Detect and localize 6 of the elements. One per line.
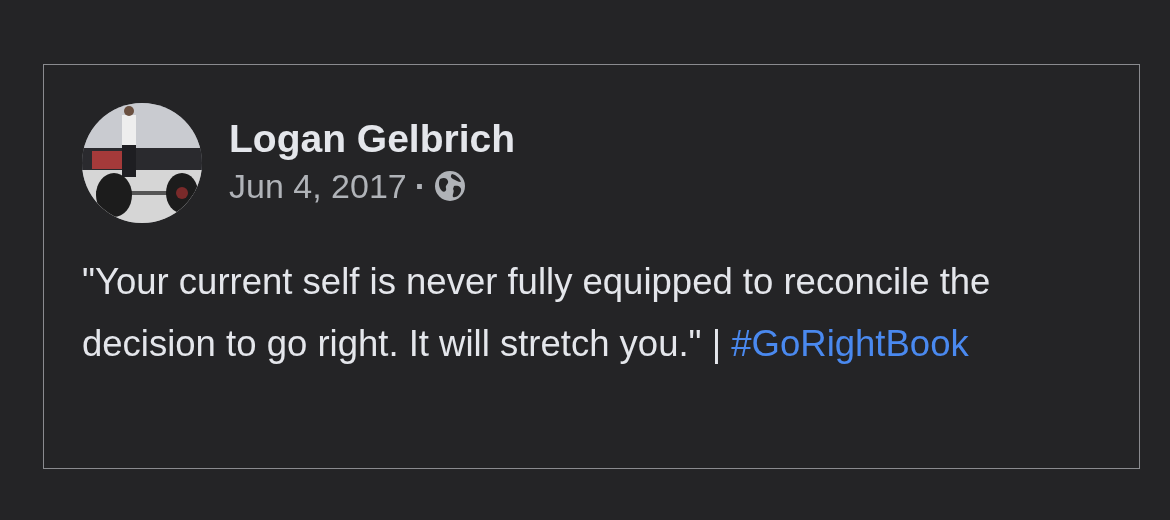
post-text: "Your current self is never fully equipped to reconcile the decision to go right. It will stretch you." | #GoRightBook (82, 260, 992, 366)
separator-dot: · (414, 166, 427, 206)
author-name[interactable]: Logan Gelbrich (229, 116, 516, 161)
hashtag-link[interactable]: #GoRightBook (731, 323, 969, 364)
globe-icon (434, 170, 467, 202)
post-date[interactable]: Jun 4, 2017 (229, 166, 407, 206)
